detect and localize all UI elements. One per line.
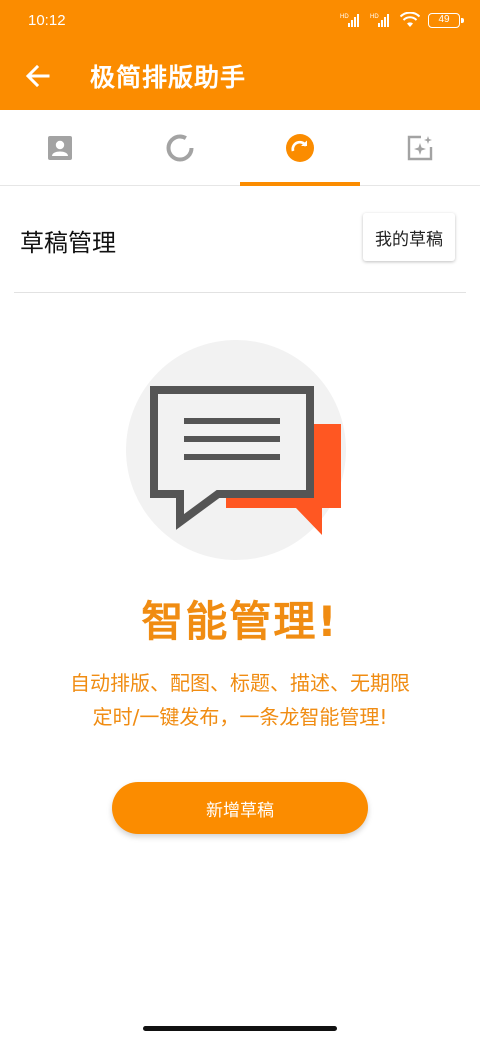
system-icons: HD HD 49 [340,12,464,28]
status-time: 10:12 [28,12,66,29]
section-title: 草稿管理 [20,229,116,257]
app-bar: 极简排版助手 [0,44,480,110]
svg-text:HD: HD [370,14,379,20]
tab-drafts[interactable] [240,110,360,186]
sparkle-frame-icon [407,135,433,161]
tab-bar [0,110,480,186]
chat-bubbles-illustration [126,340,346,560]
battery-indicator: 49 [428,12,464,28]
home-indicator[interactable] [143,1026,337,1031]
svg-text:HD: HD [340,14,349,20]
wifi-icon [400,12,420,27]
tab-contacts[interactable] [0,110,120,186]
add-draft-button[interactable]: 新增草稿 [112,782,368,834]
app-title: 极简排版助手 [90,63,247,92]
section-header: 草稿管理 我的草稿 [0,186,480,292]
tab-progress[interactable] [120,110,240,186]
arrow-left-icon[interactable] [22,60,54,92]
status-bar: 10:12 HD HD 49 [0,0,480,44]
promo-headline: 智能管理! [141,597,339,646]
promo-desc-line-2: 定时/一键发布，一条龙智能管理! [92,705,388,729]
divider [14,292,466,293]
tab-create[interactable] [360,110,480,186]
promo-desc-line-1: 自动排版、配图、标题、描述、无期限 [70,671,410,695]
cell-signal-icon-2: HD [370,14,389,27]
cell-signal-icon: HD [340,14,359,27]
redo-circle-icon [286,134,314,162]
promo-description: 自动排版、配图、标题、描述、无期限 定时/一键发布，一条龙智能管理! [30,666,450,734]
contact-card-icon [48,136,72,160]
my-drafts-button[interactable]: 我的草稿 [363,213,455,261]
ring-icon [166,134,194,162]
